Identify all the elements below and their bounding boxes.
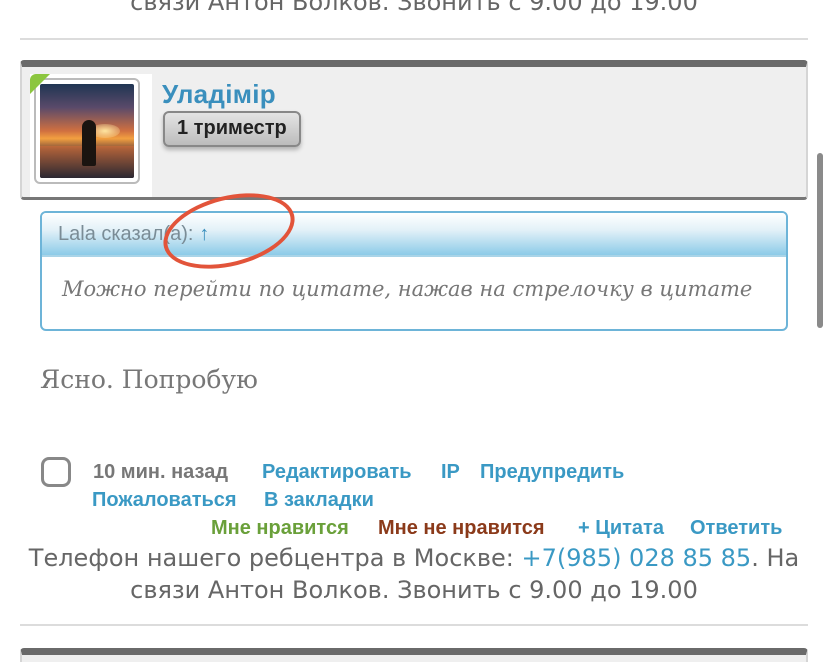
edit-link[interactable]: Редактировать [262,458,412,486]
signature-text-line2: связи Антон Волков. Звонить с 9.00 до 19… [130,576,698,604]
quote-header: Lala сказал(а): ↑ [42,213,786,255]
post-author-header: Уладімір 1 триместр [20,60,808,200]
online-status-icon [30,74,50,94]
post-signature: Телефон нашего ребцентра в Москве: +7(98… [0,542,828,606]
bookmark-link[interactable]: В закладки [264,486,374,514]
like-button[interactable]: Мне нравится [211,514,349,542]
dislike-button[interactable]: Мне не нравится [378,514,545,542]
phone-link[interactable]: +7(985) 028 85 85 [522,544,752,572]
signature-text-suffix: . На [751,544,800,572]
avatar-image [40,84,134,178]
ip-link[interactable]: IP [441,458,460,486]
next-post-header [20,648,808,662]
previous-post-footer-text: связи Антон Волков. Звонить с 9.00 до 19… [130,0,698,16]
quote-text: Можно перейти по цитате, нажав на стрело… [42,255,786,301]
quote-button[interactable]: + Цитата [578,514,664,542]
divider [20,38,808,40]
reply-button[interactable]: Ответить [690,514,782,542]
scrollbar[interactable] [817,153,823,328]
post-body-text: Ясно. Попробую [40,365,258,394]
divider [20,624,808,626]
select-post-checkbox[interactable] [41,457,71,487]
author-username[interactable]: Уладімір [162,79,276,110]
post-time: 10 мин. назад [93,461,229,483]
avatar-container [30,74,152,197]
signature-text: Телефон нашего ребцентра в Москве: [28,544,522,572]
report-link[interactable]: Пожаловаться [92,486,237,514]
warn-link[interactable]: Предупредить [480,458,624,486]
trimester-badge: 1 триместр [163,111,301,147]
quote-block: Lala сказал(а): ↑ Можно перейти по цитате… [40,211,788,331]
